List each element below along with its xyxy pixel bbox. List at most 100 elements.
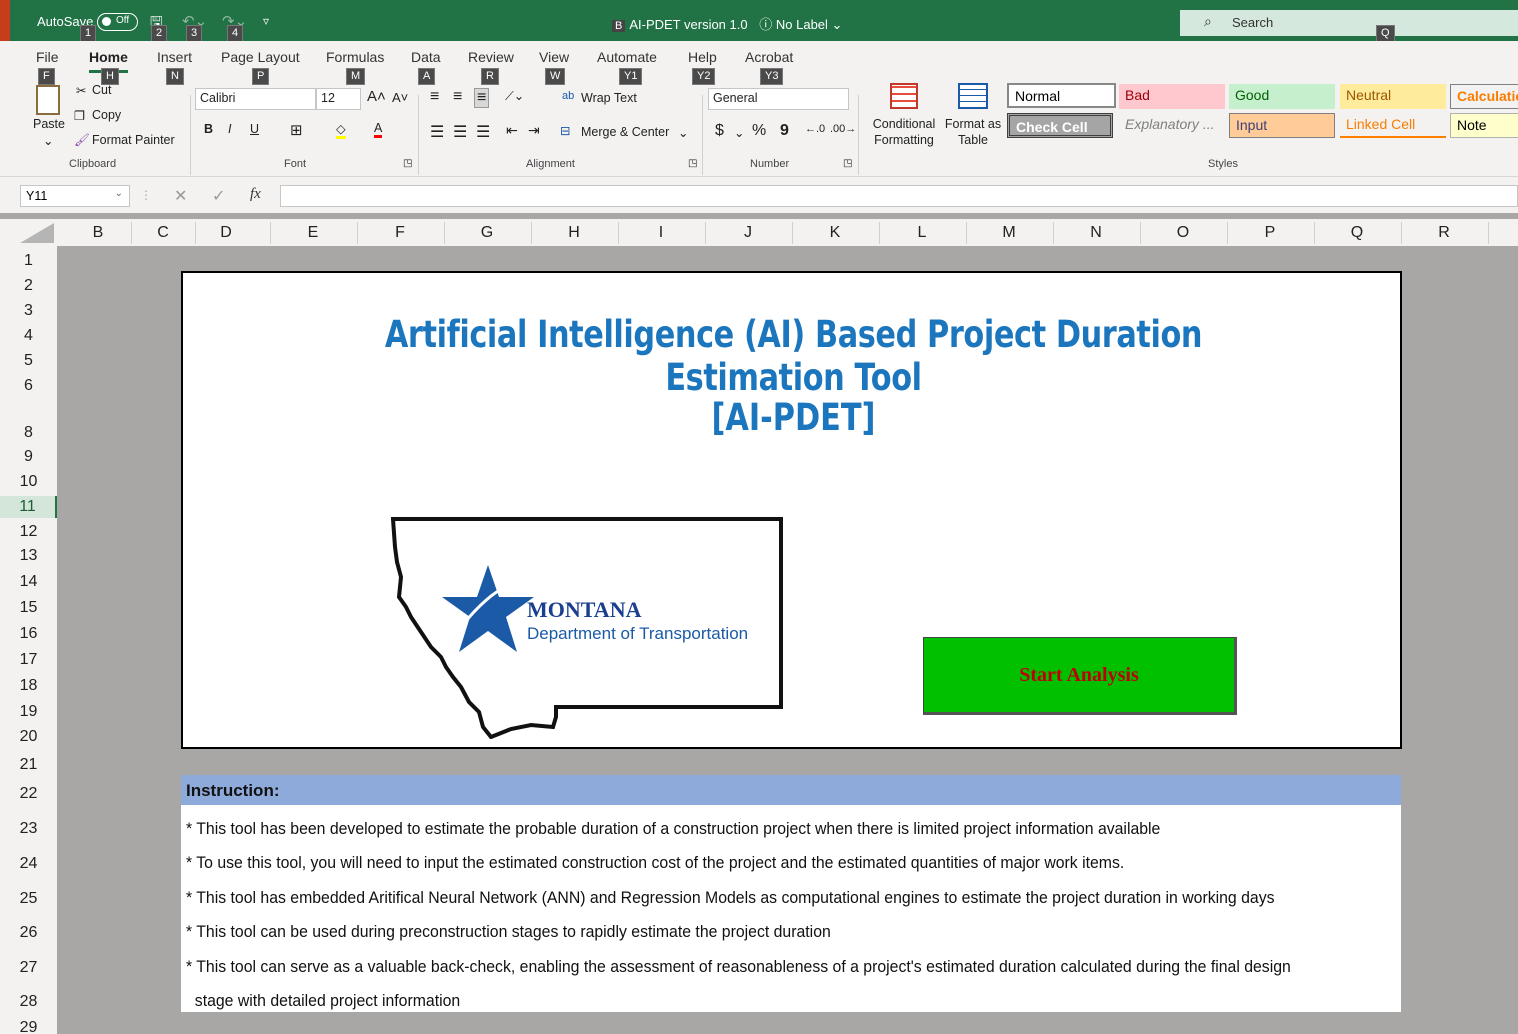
- format-as-table-button[interactable]: Format as Table: [943, 116, 1003, 148]
- currency-chevron-icon[interactable]: ⌄: [734, 125, 744, 140]
- row-header-21[interactable]: 21: [0, 754, 57, 776]
- column-header-c[interactable]: C: [143, 224, 183, 242]
- column-divider[interactable]: [357, 222, 358, 244]
- font-dialog-launcher-icon[interactable]: ◳: [403, 158, 412, 169]
- conditional-formatting-button[interactable]: Conditional Formatting: [871, 116, 937, 148]
- row-header-24[interactable]: 24: [0, 853, 57, 875]
- row-header-1[interactable]: 1: [0, 250, 57, 272]
- style-neutral[interactable]: Neutral: [1340, 84, 1446, 109]
- style-good[interactable]: Good: [1229, 84, 1335, 109]
- align-left-icon[interactable]: ☰: [430, 122, 444, 142]
- style-input[interactable]: Input: [1229, 113, 1335, 138]
- tab-view[interactable]: View: [539, 49, 569, 65]
- font-color-icon[interactable]: A: [374, 121, 383, 138]
- column-divider[interactable]: [618, 222, 619, 244]
- align-right-icon[interactable]: ☰: [476, 122, 490, 142]
- align-bottom-icon[interactable]: ≡: [474, 88, 490, 108]
- tab-help[interactable]: Help: [688, 49, 717, 65]
- row-header-8[interactable]: 8: [0, 422, 57, 444]
- column-header-f[interactable]: F: [380, 224, 420, 242]
- underline-button[interactable]: U: [250, 122, 259, 136]
- column-divider[interactable]: [1488, 222, 1489, 244]
- cut-button[interactable]: Cut: [92, 83, 111, 97]
- column-divider[interactable]: [705, 222, 706, 244]
- row-header-5[interactable]: 5: [0, 350, 57, 372]
- tab-formulas[interactable]: Formulas: [326, 49, 384, 65]
- row-header-12[interactable]: 12: [0, 521, 57, 543]
- fill-color-icon[interactable]: ◇: [336, 121, 346, 139]
- column-divider[interactable]: [444, 222, 445, 244]
- row-header-19[interactable]: 19: [0, 701, 57, 723]
- row-header-27[interactable]: 27: [0, 957, 57, 979]
- column-header-d[interactable]: D: [206, 224, 246, 242]
- align-middle-icon[interactable]: ≡: [453, 88, 462, 106]
- font-name-select[interactable]: Calibri: [195, 88, 316, 110]
- tab-acrobat[interactable]: Acrobat: [745, 49, 793, 65]
- currency-button[interactable]: $: [715, 122, 724, 140]
- select-all-icon[interactable]: [20, 223, 54, 243]
- row-header-15[interactable]: 15: [0, 597, 57, 619]
- column-divider[interactable]: [195, 222, 196, 244]
- row-header-9[interactable]: 9: [0, 446, 57, 468]
- column-divider[interactable]: [270, 222, 271, 244]
- column-header-i[interactable]: I: [641, 224, 681, 242]
- column-divider[interactable]: [966, 222, 967, 244]
- tab-review[interactable]: Review: [468, 49, 514, 65]
- column-divider[interactable]: [531, 222, 532, 244]
- column-divider[interactable]: [1314, 222, 1315, 244]
- row-header-6[interactable]: 6: [0, 375, 57, 397]
- format-painter-button[interactable]: Format Painter: [92, 133, 175, 147]
- column-header-o[interactable]: O: [1163, 224, 1203, 242]
- row-header-29[interactable]: 29: [0, 1017, 57, 1034]
- row-header-11[interactable]: 11: [0, 496, 57, 518]
- row-header-16[interactable]: 16: [0, 623, 57, 645]
- orientation-icon[interactable]: ⟋⌄: [505, 88, 524, 104]
- column-header-g[interactable]: G: [467, 224, 507, 242]
- row-header-14[interactable]: 14: [0, 571, 57, 593]
- alignment-dialog-launcher-icon[interactable]: ◳: [688, 158, 697, 169]
- insert-function-icon[interactable]: fx: [250, 186, 261, 203]
- decrease-indent-icon[interactable]: ⇤: [506, 122, 518, 139]
- style-normal[interactable]: Normal: [1007, 83, 1116, 108]
- column-divider[interactable]: [792, 222, 793, 244]
- enter-icon[interactable]: ✓: [212, 186, 225, 206]
- column-header-m[interactable]: M: [989, 224, 1029, 242]
- formula-input[interactable]: [280, 185, 1518, 207]
- column-header-b[interactable]: B: [78, 224, 118, 242]
- style-check-cell[interactable]: Check Cell: [1007, 113, 1113, 138]
- row-header-23[interactable]: 23: [0, 818, 57, 840]
- shrink-font-icon[interactable]: A˅: [392, 90, 408, 105]
- merge-chevron-icon[interactable]: ⌄: [678, 125, 688, 140]
- increase-decimal-icon[interactable]: ←.0: [805, 123, 825, 135]
- number-dialog-launcher-icon[interactable]: ◳: [843, 158, 852, 169]
- tab-home[interactable]: Home: [89, 49, 128, 65]
- bold-button[interactable]: B: [204, 122, 213, 136]
- row-header-28[interactable]: 28: [0, 991, 57, 1013]
- increase-indent-icon[interactable]: ⇥: [528, 122, 540, 139]
- document-title[interactable]: B AI-PDET version 1.0 ⓘ No Label ⌄: [612, 14, 842, 33]
- column-divider[interactable]: [1401, 222, 1402, 244]
- row-header-22[interactable]: 22: [0, 783, 57, 805]
- row-header-25[interactable]: 25: [0, 888, 57, 910]
- name-box[interactable]: Y11 ⌄: [20, 185, 130, 207]
- column-header-p[interactable]: P: [1250, 224, 1290, 242]
- column-header-r[interactable]: R: [1424, 224, 1464, 242]
- row-header-3[interactable]: 3: [0, 300, 57, 322]
- percent-button[interactable]: %: [752, 122, 766, 140]
- start-analysis-button[interactable]: Start Analysis: [923, 637, 1237, 715]
- column-divider[interactable]: [879, 222, 880, 244]
- row-header-26[interactable]: 26: [0, 922, 57, 944]
- style-linked-cell[interactable]: Linked Cell: [1340, 113, 1446, 138]
- column-header-e[interactable]: E: [293, 224, 333, 242]
- tab-data[interactable]: Data: [411, 49, 441, 65]
- merge-center-button[interactable]: Merge & Center: [581, 125, 669, 139]
- column-divider[interactable]: [1053, 222, 1054, 244]
- paste-chevron-icon[interactable]: ⌄: [43, 133, 53, 148]
- paste-icon[interactable]: [36, 85, 60, 115]
- column-header-q[interactable]: Q: [1337, 224, 1377, 242]
- align-center-icon[interactable]: ☰: [453, 122, 467, 142]
- borders-icon[interactable]: ⊞: [290, 121, 303, 139]
- row-header-13[interactable]: 13: [0, 545, 57, 567]
- tab-automate[interactable]: Automate: [597, 49, 657, 65]
- style-note[interactable]: Note: [1450, 113, 1518, 138]
